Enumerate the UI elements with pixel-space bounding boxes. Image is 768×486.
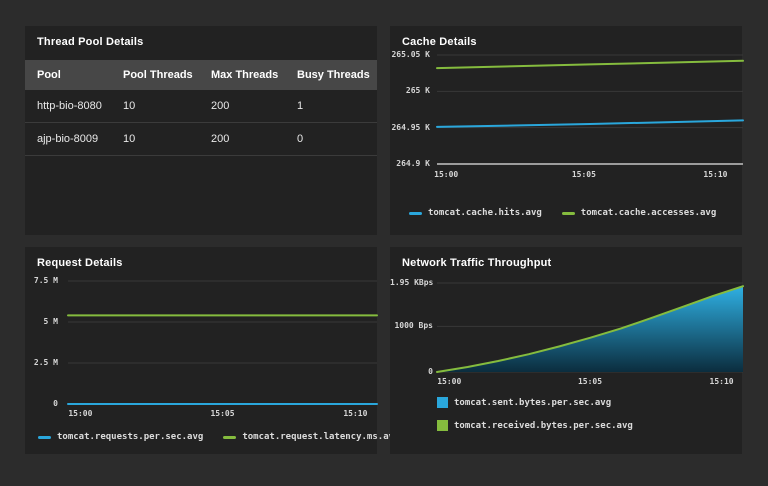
network-legend: tomcat.sent.bytes.per.sec.avg tomcat.rece…: [437, 397, 633, 431]
x-axis-label: 15:10: [343, 409, 368, 418]
legend-series-label: tomcat.received.bytes.per.sec.avg: [454, 420, 633, 431]
series-line-tomcat.cache.accesses.avg: [436, 59, 744, 70]
legend-item-tomcat.received.bytes.per.sec.avg[interactable]: tomcat.received.bytes.per.sec.avg: [437, 420, 633, 431]
legend-item-tomcat.cache.accesses.avg[interactable]: tomcat.cache.accesses.avg: [561, 208, 717, 218]
monitoring-dashboard: Thread Pool Details Pool Pool Threads Max …: [0, 0, 768, 486]
legend-swatch-icon: [437, 420, 448, 431]
y-axis-label: 5 M: [43, 317, 58, 326]
panel-thread-pool: Thread Pool Details Pool Pool Threads Max …: [25, 26, 377, 235]
legend-swatch-icon: [409, 211, 422, 215]
x-axis-label: 15:00: [434, 170, 459, 179]
request-legend: tomcat.requests.per.sec.avg tomcat.reques…: [38, 432, 399, 442]
table-header-cell: Pool: [37, 69, 61, 81]
cache-chart[interactable]: 265.05 K 265 K 264.95 K 264.9 K 15:00 15:05 15…: [390, 26, 744, 235]
network-chart[interactable]: 1.95 KBps 1000 Bps 0 15:00 15:05 15:10 tomcat.…: [390, 247, 744, 454]
x-axis-label: 15:05: [577, 377, 603, 386]
y-axis-label: 0: [428, 367, 433, 376]
request-plot-area[interactable]: [67, 280, 378, 405]
table-row: http-bio-8080 10 200 1: [25, 90, 377, 123]
y-axis-label: 2.5 M: [33, 358, 58, 367]
thread-pool-table: Pool Pool Threads Max Threads Busy Threads h…: [25, 60, 377, 156]
table-cell: 1: [297, 100, 304, 112]
legend-swatch-icon: [38, 435, 51, 439]
table-cell: 10: [123, 133, 136, 145]
legend-swatch-icon: [437, 397, 448, 408]
y-axis-label: 1000 Bps: [394, 321, 433, 331]
table-header-cell: Busy Threads: [297, 69, 370, 81]
y-axis-label: 0: [53, 399, 58, 408]
legend-series-label: tomcat.cache.hits.avg: [428, 208, 542, 218]
legend-series-label: tomcat.cache.accesses.avg: [580, 208, 717, 218]
request-chart[interactable]: 7.5 M 5 M 2.5 M 0 15:00 15:05 15:10 tomcat.requ…: [25, 247, 400, 454]
legend-series-label: tomcat.sent.bytes.per.sec.avg: [454, 397, 612, 408]
legend-item-tomcat.cache.hits.avg[interactable]: tomcat.cache.hits.avg: [409, 208, 542, 218]
network-plot-area[interactable]: [436, 282, 744, 373]
table-header-cell: Pool Threads: [123, 69, 193, 81]
series-area-tomcat.sent.bytes.per.sec.avg: [437, 286, 743, 372]
y-axis-label: 265 K: [405, 86, 430, 96]
x-axis-label: 15:10: [703, 170, 728, 179]
legend-swatch-icon: [561, 211, 575, 215]
table-cell: 200: [211, 100, 230, 112]
legend-item-tomcat.request.latency.ms.avg[interactable]: tomcat.request.latency.ms.avg: [223, 432, 399, 442]
table-cell: ajp-bio-8009: [37, 133, 99, 145]
legend-swatch-icon: [223, 435, 237, 439]
panel-network-traffic: Network Traffic Throughput 1.95 KBps 1000…: [390, 247, 744, 454]
table-header-row: Pool Pool Threads Max Threads Busy Threads: [25, 60, 377, 90]
table-cell: 10: [123, 100, 136, 112]
legend-item-tomcat.requests.per.sec.avg[interactable]: tomcat.requests.per.sec.avg: [38, 432, 203, 442]
y-axis-label: 264.95 K: [391, 122, 430, 132]
x-axis-label: 15:10: [709, 377, 734, 386]
thread-pool-panel-title: Thread Pool Details: [37, 36, 144, 48]
x-axis-label: 15:05: [571, 170, 596, 179]
table-cell: http-bio-8080: [37, 100, 102, 112]
legend-series-label: tomcat.request.latency.ms.avg: [242, 432, 400, 442]
y-axis-label: 265.05 K: [391, 50, 430, 59]
panel-cache-details: Cache Details 265.05 K 265 K 264.95 K 264.9…: [390, 26, 744, 235]
panel-request-details: Request Details 7.5 M5 M 2.5 M 0 15:00 15:05…: [25, 247, 400, 454]
x-axis-label: 15:00: [68, 409, 93, 418]
y-axis-label: 1.95 KBps: [390, 278, 434, 287]
table-row: ajp-bio-8009 10 200 0: [25, 123, 377, 156]
table-cell: 0: [297, 133, 304, 145]
x-axis-label: 15:00: [437, 377, 462, 386]
legend-item-tomcat.sent.bytes.per.sec.avg[interactable]: tomcat.sent.bytes.per.sec.avg: [437, 397, 611, 408]
table-cell: 200: [211, 133, 230, 145]
table-header-cell: Max Threads: [211, 69, 279, 81]
legend-series-label: tomcat.requests.per.sec.avg: [57, 432, 204, 442]
x-axis-label: 15:05: [210, 409, 235, 418]
cache-legend: tomcat.cache.hits.avg tomcat.cache.access…: [409, 208, 716, 218]
y-axis-label: 7.5 M: [33, 276, 58, 285]
series-line-tomcat.cache.hits.avg: [436, 119, 744, 128]
cache-plot-area[interactable]: [436, 54, 744, 165]
y-axis-label: 264.9 K: [396, 159, 430, 168]
